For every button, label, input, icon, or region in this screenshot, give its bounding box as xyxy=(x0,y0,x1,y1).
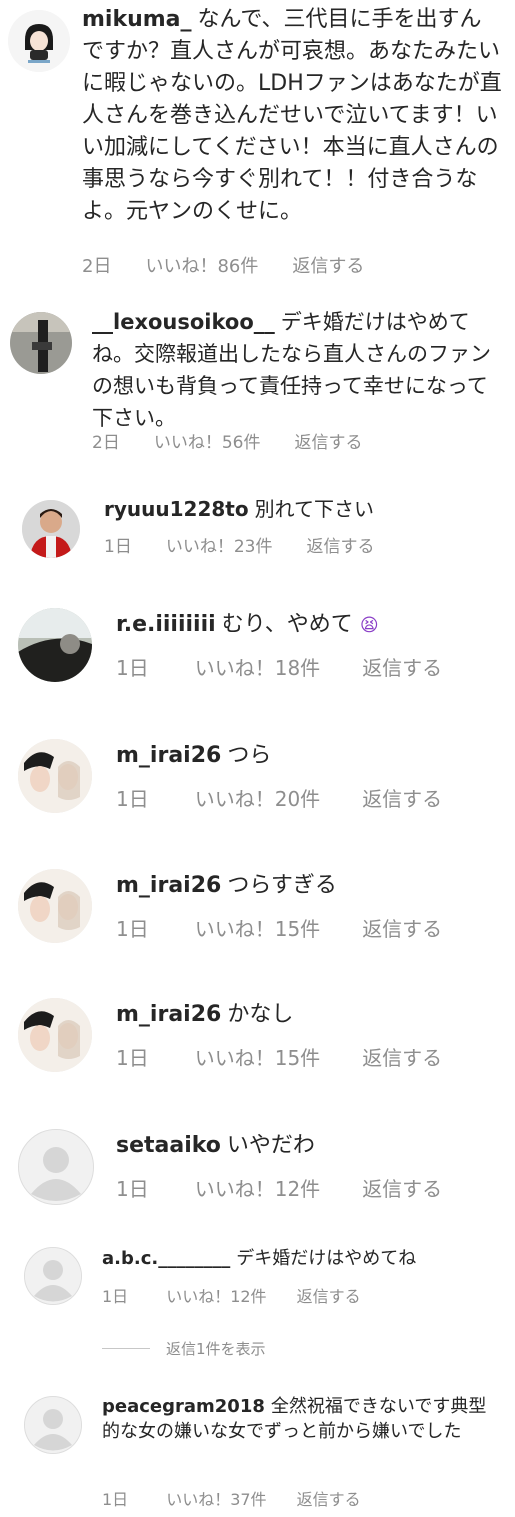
reply-button[interactable]: 返信する xyxy=(306,532,374,557)
like-count[interactable]: いいね！15件 xyxy=(195,1042,320,1071)
comment-body: なんで、三代目に手を出すんですか？直人さんが可哀想。あなたみたいに暇じゃないの。… xyxy=(82,7,502,224)
comment-meta: 1日 いいね！18件 返信する xyxy=(116,652,442,681)
comment-text: r.e.iiiiiiii むり、やめて 😫 xyxy=(116,608,506,643)
comment-time: 2日 xyxy=(82,256,112,277)
like-count[interactable]: いいね！12件 xyxy=(195,1173,320,1202)
like-count[interactable]: いいね！20件 xyxy=(195,783,320,812)
comment-username[interactable]: a.b.c.________ xyxy=(102,1248,230,1269)
comment-username[interactable]: m_irai26 xyxy=(116,873,221,898)
comment-time: 1日 xyxy=(102,1490,129,1509)
comment-time: 1日 xyxy=(116,1177,149,1201)
comment-text: m_irai26 かなし xyxy=(116,998,506,1032)
comment-meta: 1日 いいね！20件 返信する xyxy=(116,783,442,812)
avatar[interactable] xyxy=(18,739,92,813)
comment-text: a.b.c.________ デキ婚だけはやめてね xyxy=(102,1245,502,1273)
comment-username[interactable]: mikuma_ xyxy=(82,7,192,32)
reply-button[interactable]: 返信する xyxy=(362,783,442,812)
comment-body: つらすぎる xyxy=(227,873,337,898)
view-replies-label[interactable]: 返信1件を表示 xyxy=(166,1338,266,1359)
comment-username[interactable]: m_irai26 xyxy=(116,743,221,768)
comment-meta: 1日 いいね！23件 返信する xyxy=(104,532,374,557)
reply-button[interactable]: 返信する xyxy=(294,428,362,453)
comment-text: peacegram2018 全然祝福できないです典型的な女の嫌いな女でずっと前から… xyxy=(102,1394,502,1444)
avatar[interactable] xyxy=(18,998,92,1072)
comment-body: かなし xyxy=(227,1002,294,1027)
comment-meta: 1日 いいね！37件 返信する xyxy=(102,1486,361,1510)
comment-time: 1日 xyxy=(116,656,149,680)
comment-username[interactable]: setaaiko xyxy=(116,1133,221,1158)
comment-time: 2日 xyxy=(92,433,120,453)
avatar[interactable] xyxy=(18,869,92,943)
avatar[interactable] xyxy=(22,500,80,558)
comment-text: __lexousoikoo__ デキ婚だけはやめてね。交際報道出したなら直人さんの… xyxy=(92,306,502,434)
comment-time: 1日 xyxy=(116,787,149,811)
like-count[interactable]: いいね！23件 xyxy=(166,532,273,557)
avatar[interactable] xyxy=(24,1396,82,1454)
reply-button[interactable]: 返信する xyxy=(297,1283,361,1307)
avatar[interactable] xyxy=(10,312,72,374)
comment-body: デキ婚だけはやめてね xyxy=(236,1248,417,1269)
like-count[interactable]: いいね！86件 xyxy=(145,252,258,278)
comment-text: ryuuu1228to 別れて下さい xyxy=(104,494,504,524)
divider xyxy=(102,1348,150,1349)
comment-body: 別れて下さい xyxy=(254,497,374,521)
comment-body: むり、やめて xyxy=(221,612,353,637)
comment-username[interactable]: peacegram2018 xyxy=(102,1396,265,1417)
reply-button[interactable]: 返信する xyxy=(362,1042,442,1071)
comment-time: 1日 xyxy=(102,1287,129,1306)
like-count[interactable]: いいね！12件 xyxy=(166,1283,266,1307)
view-replies-button[interactable]: 返信1件を表示 xyxy=(102,1338,266,1359)
comment-meta: 1日 いいね！12件 返信する xyxy=(116,1173,442,1202)
comment-text: setaaiko いやだわ xyxy=(116,1129,506,1163)
avatar[interactable] xyxy=(18,1129,94,1205)
reply-button[interactable]: 返信する xyxy=(297,1486,361,1510)
reply-button[interactable]: 返信する xyxy=(362,652,442,681)
like-count[interactable]: いいね！15件 xyxy=(195,913,320,942)
comment-meta: 1日 いいね！15件 返信する xyxy=(116,1042,442,1071)
avatar[interactable] xyxy=(24,1247,82,1305)
comment-body: いやだわ xyxy=(226,1133,315,1158)
like-count[interactable]: いいね！56件 xyxy=(154,428,261,453)
avatar[interactable] xyxy=(18,608,92,682)
comment-meta: 2日 いいね！86件 返信する xyxy=(82,252,364,278)
comment-meta: 2日 いいね！56件 返信する xyxy=(92,428,362,453)
comment-meta: 1日 いいね！12件 返信する xyxy=(102,1283,361,1307)
comment-time: 1日 xyxy=(104,537,132,557)
reply-button[interactable]: 返信する xyxy=(292,252,364,278)
comment-body: つら xyxy=(227,743,272,768)
comment-username[interactable]: r.e.iiiiiiii xyxy=(116,612,216,637)
avatar[interactable] xyxy=(8,10,70,72)
reply-button[interactable]: 返信する xyxy=(362,913,442,942)
comment-username[interactable]: m_irai26 xyxy=(116,1002,221,1027)
comment-meta: 1日 いいね！15件 返信する xyxy=(116,913,442,942)
tired-face-emoji: 😫 xyxy=(359,615,379,636)
comment-time: 1日 xyxy=(116,917,149,941)
reply-button[interactable]: 返信する xyxy=(362,1173,442,1202)
comment-text: m_irai26 つらすぎる xyxy=(116,869,506,903)
like-count[interactable]: いいね！18件 xyxy=(195,652,320,681)
comment-text: mikuma_ なんで、三代目に手を出すんですか？直人さんが可哀想。あなたみたいに… xyxy=(82,4,502,228)
comment-text: m_irai26 つら xyxy=(116,739,506,773)
comment-username[interactable]: __lexousoikoo__ xyxy=(92,310,275,334)
comment-time: 1日 xyxy=(116,1046,149,1070)
comment-username[interactable]: ryuuu1228to xyxy=(104,497,249,521)
like-count[interactable]: いいね！37件 xyxy=(166,1486,266,1510)
